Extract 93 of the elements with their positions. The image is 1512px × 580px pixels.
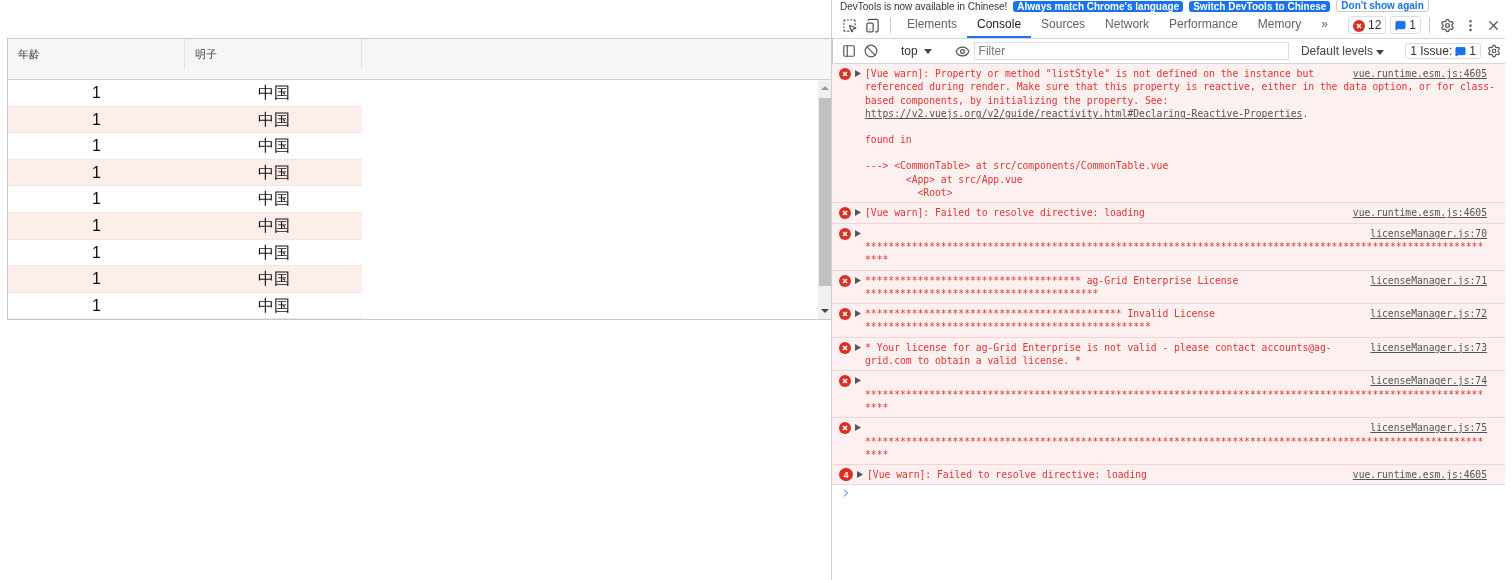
table-cell-text: 中国 <box>256 295 291 316</box>
table-cell-text: 1 <box>91 83 102 103</box>
devtools-tab[interactable]: Memory <box>1247 12 1312 38</box>
error-icon <box>839 422 851 435</box>
table-cell-text: 中国 <box>256 215 291 236</box>
filter-field[interactable]: Filter <box>973 42 1289 60</box>
expand-triangle-icon[interactable] <box>857 471 863 479</box>
log-levels-dropdown[interactable]: Default levels <box>1294 43 1391 59</box>
source-link[interactable]: vue.runtime.esm.js:4605 <box>1352 206 1487 220</box>
issues-button[interactable]: 1 Issue: 1 <box>1405 43 1481 59</box>
error-icon <box>839 207 851 220</box>
message-text: ************************************* ag-Grid Enterprise License <box>865 273 1239 287</box>
expand-triangle-icon[interactable] <box>855 276 861 284</box>
more-tabs-button[interactable]: » <box>1311 12 1338 38</box>
message-text: ************************************************* <box>865 320 1151 334</box>
error-icon <box>839 341 851 354</box>
table-cell-text: 中国 <box>256 189 291 210</box>
table-cell-text: 1 <box>91 269 102 290</box>
message-text: * Your license for ag-Grid Enterprise is not valid - please contact accounts@ag- <box>865 340 1332 355</box>
table-cell-text: 中国 <box>256 136 291 157</box>
expand-triangle-icon[interactable] <box>855 343 861 351</box>
message-details: ---> <CommonTable> at src/components/CommonTable.vue <box>865 159 1169 173</box>
context-dropdown[interactable]: top <box>894 43 938 59</box>
banner-button[interactable]: Switch DevTools to Chinese <box>1189 1 1331 12</box>
message-text: **** <box>865 447 889 462</box>
error-icon <box>839 274 851 287</box>
source-link[interactable]: licenseManager.js:73 <box>1370 340 1487 355</box>
source-link[interactable]: licenseManager.js:72 <box>1370 307 1487 321</box>
error-icon <box>839 227 851 240</box>
message-text: grid.com to obtain a valid license. * <box>865 354 1081 368</box>
error-icon <box>839 375 851 388</box>
error-count-badge[interactable]: 12 <box>1347 16 1387 34</box>
column-header[interactable]: 年龄 <box>8 39 185 69</box>
expand-triangle-icon[interactable] <box>855 377 861 385</box>
message-text: ********************************************************************************************************** <box>865 239 1484 254</box>
source-link[interactable]: vue.runtime.esm.js:4605 <box>1352 67 1487 81</box>
error-icon <box>1352 19 1365 32</box>
vertical-scrollbar[interactable] <box>818 80 832 319</box>
table-cell-text: 中国 <box>256 83 291 103</box>
expand-triangle-icon[interactable] <box>855 310 861 318</box>
message-text: referenced during render. Make sure that this property is reactive, either in the data option, or for class- <box>865 80 1495 94</box>
message-details: found in <box>865 133 912 147</box>
column-header[interactable]: 明子 <box>185 39 362 69</box>
message-text: [Vue warn]: Failed to resolve directive: loading <box>867 468 1147 482</box>
source-link[interactable]: licenseManager.js:70 <box>1370 226 1487 240</box>
table-cell-text: 1 <box>91 109 102 130</box>
banner-button[interactable]: Always match Chrome's language <box>1013 1 1184 12</box>
devtools-tab[interactable]: Sources <box>1031 12 1096 38</box>
message-count-badge[interactable]: 1 <box>1390 16 1421 34</box>
message-text: **************************************** <box>865 286 1099 301</box>
expand-triangle-icon[interactable] <box>855 229 861 237</box>
expand-triangle-icon[interactable] <box>855 424 861 432</box>
source-link[interactable]: licenseManager.js:74 <box>1370 374 1487 388</box>
source-link[interactable]: licenseManager.js:71 <box>1370 273 1487 287</box>
message-icon <box>1395 19 1407 31</box>
message-text: **** <box>865 253 889 267</box>
table-cell-text: 中国 <box>256 242 291 263</box>
message-text: **** <box>865 400 889 415</box>
devtools-tab[interactable]: Elements <box>897 12 968 38</box>
repeat-count-badge: 4 <box>839 468 853 482</box>
message-details: <App> at src/App.vue <box>904 172 1023 187</box>
error-icon <box>839 308 851 321</box>
message-details: <Root> <box>916 186 953 200</box>
caret-icon <box>1376 50 1385 55</box>
expand-triangle-icon[interactable] <box>855 209 861 217</box>
docs-link[interactable]: https://v2.vuejs.org/v2/guide/reactivity.html#Declaring-Reactive-Properties <box>865 106 1303 121</box>
devtools-tab[interactable]: Console <box>967 12 1032 38</box>
source-link[interactable]: vue.runtime.esm.js:4605 <box>1352 468 1487 482</box>
table-cell-text: 1 <box>91 242 102 263</box>
expand-triangle-icon[interactable] <box>855 70 861 77</box>
table-cell-text: 中国 <box>256 269 291 290</box>
message-text: ********************************************************************************************************** <box>865 387 1484 401</box>
message-text: ******************************************** Invalid License <box>865 307 1215 321</box>
message-text: ********************************************************************************************************** <box>865 434 1484 448</box>
message-text: [Vue warn]: Failed to resolve directive: loading <box>865 206 1145 220</box>
source-link[interactable]: licenseManager.js:75 <box>1370 421 1487 435</box>
caret-icon <box>923 48 932 54</box>
banner-text: DevTools is now available in Chinese! <box>840 1 1008 12</box>
table-cell-text: 1 <box>91 162 102 183</box>
table-cell-text: 1 <box>91 215 102 236</box>
message-text: [Vue warn]: Property or method "listStyle" is not defined on the instance but <box>865 67 1315 81</box>
banner-button[interactable]: Don't show again <box>1336 0 1429 12</box>
table-cell-text: 中国 <box>256 109 291 130</box>
table-cell-text: 1 <box>91 189 102 210</box>
devtools-tab[interactable]: Network <box>1095 12 1160 38</box>
devtools-tab[interactable]: Performance <box>1159 12 1248 38</box>
message-text: . <box>1302 106 1309 121</box>
message-text: based components, by initializing the property. See: <box>865 93 1169 107</box>
table-cell-text: 中国 <box>256 162 291 183</box>
table-cell-text: 1 <box>91 136 102 157</box>
error-icon <box>839 68 851 80</box>
table-cell-text: 1 <box>91 295 102 316</box>
message-icon <box>1455 45 1467 57</box>
